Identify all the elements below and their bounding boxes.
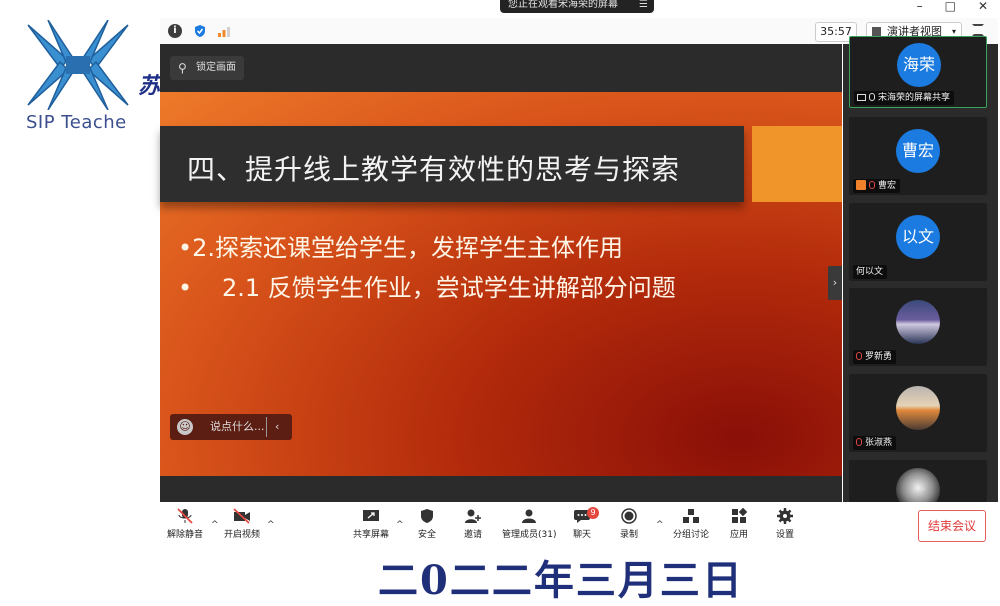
invite-button[interactable]: 邀请: [464, 508, 482, 540]
participant-name: 宋海荣的屏幕共享: [854, 91, 955, 105]
scroll-down-icon[interactable]: ⌄: [910, 478, 934, 496]
info-icon[interactable]: i: [168, 24, 182, 38]
manage-members-button[interactable]: 管理成员(31): [502, 508, 556, 540]
share-screen-button[interactable]: 共享屏幕: [353, 508, 389, 540]
fullscreen-icon[interactable]: [972, 24, 984, 36]
share-screen-icon: [363, 510, 379, 521]
participant-name: 张淑燕: [853, 436, 897, 450]
chevron-left-icon[interactable]: ‹: [266, 417, 279, 437]
video-off-icon: [233, 508, 250, 524]
chevron-up-icon[interactable]: ^: [267, 520, 275, 530]
start-video-button[interactable]: 开启视频: [224, 508, 260, 540]
bullet-marker: •: [178, 274, 193, 302]
unmute-label: 解除静音: [167, 530, 204, 540]
record-icon: [621, 508, 637, 524]
unmute-button[interactable]: 解除静音: [167, 508, 203, 540]
end-meeting-button[interactable]: 结束会议: [918, 510, 986, 542]
shield-icon[interactable]: [193, 24, 207, 38]
slide-title: 四、提升线上教学有效性的思考与探索: [187, 153, 681, 186]
mic-muted-icon: [856, 438, 862, 446]
security-label: 安全: [418, 530, 437, 540]
participant-tile[interactable]: 海荣 宋海荣的屏幕共享: [849, 36, 987, 108]
record-label: 录制: [620, 530, 639, 540]
screen-share-icon: [857, 94, 866, 101]
network-signal-icon[interactable]: [217, 24, 231, 38]
collapse-panel-button[interactable]: ›: [828, 266, 842, 300]
participant-name: 曹宏: [853, 179, 901, 193]
participant-tile[interactable]: 以文 何以文: [849, 203, 987, 281]
screen-share-banner[interactable]: 您正在观看宋海荣的屏幕 ☰: [500, 0, 654, 13]
mic-muted-icon: [177, 508, 193, 524]
add-user-icon: [465, 509, 481, 523]
settings-button[interactable]: 设置: [776, 508, 794, 540]
window-controls: – □ ✕: [917, 0, 988, 14]
chevron-up-icon[interactable]: ^: [656, 520, 664, 530]
chevron-up-icon[interactable]: ^: [211, 520, 219, 530]
gear-icon: [777, 508, 793, 524]
record-button[interactable]: 录制: [620, 508, 638, 540]
pin-icon: ⚲: [178, 61, 187, 75]
apps-button[interactable]: 应用: [730, 508, 748, 540]
lock-screen-label: 锁定画面: [196, 62, 236, 73]
maximize-icon[interactable]: □: [945, 0, 956, 14]
avatar: 海荣: [897, 43, 941, 87]
breakout-label: 分组讨论: [673, 530, 710, 540]
mic-muted-icon: [856, 352, 862, 360]
avatar: [896, 386, 940, 430]
settings-label: 设置: [776, 530, 795, 540]
invite-label: 邀请: [464, 530, 483, 540]
participant-tile[interactable]: 罗新勇: [849, 288, 987, 366]
share-banner-label: 您正在观看宋海荣的屏幕: [508, 0, 618, 10]
slide-bullet-1: •2.探索还课堂给学生，发挥学生主体作用: [178, 234, 624, 262]
participant-name: 何以文: [853, 265, 888, 279]
slide-bullet-2-text: 2.1 反馈学生作业，尝试学生讲解部分问题: [222, 274, 676, 302]
chevron-up-icon[interactable]: ^: [396, 520, 404, 530]
menu-icon[interactable]: ☰: [639, 0, 648, 13]
logo-text: SIP Teache: [26, 112, 127, 133]
shield-icon: [421, 509, 433, 523]
members-icon: [522, 509, 537, 523]
share-screen-label: 共享屏幕: [353, 530, 390, 540]
date-caption: 二0二二年三月三日: [378, 557, 744, 604]
slide-decoration: [752, 126, 842, 202]
emoji-icon[interactable]: ☺: [177, 419, 193, 435]
breakout-button[interactable]: 分组讨论: [673, 508, 709, 540]
manage-members-label: 管理成员(31): [502, 530, 557, 540]
chat-unread-badge: 9: [587, 507, 599, 519]
mic-muted-icon: [869, 181, 875, 189]
lock-screen-button[interactable]: ⚲ 锁定画面: [170, 56, 244, 80]
minimize-icon[interactable]: –: [917, 0, 923, 14]
start-video-label: 开启视频: [224, 530, 261, 540]
chat-input[interactable]: ☺ 说点什么... ‹: [170, 414, 292, 440]
avatar: 曹宏: [896, 129, 940, 173]
slide-bullet-2: • 2.1 反馈学生作业，尝试学生讲解部分问题: [178, 268, 676, 303]
close-icon[interactable]: ✕: [978, 0, 988, 14]
logo-character: 苏: [138, 73, 161, 99]
mic-icon: [869, 93, 875, 101]
chat-input-placeholder: 说点什么...: [210, 420, 265, 433]
host-icon: [856, 180, 866, 190]
apps-label: 应用: [730, 530, 749, 540]
apps-icon: [732, 508, 748, 523]
participant-tile[interactable]: 曹宏 曹宏: [849, 117, 987, 195]
breakout-rooms-icon: [683, 509, 699, 523]
avatar: [896, 300, 940, 344]
security-button[interactable]: 安全: [418, 508, 436, 540]
participant-name: 罗新勇: [853, 350, 897, 364]
avatar: 以文: [896, 215, 940, 259]
sip-logo-icon: [27, 20, 129, 110]
participant-tile[interactable]: 张淑燕: [849, 374, 987, 452]
chat-label: 聊天: [573, 530, 592, 540]
